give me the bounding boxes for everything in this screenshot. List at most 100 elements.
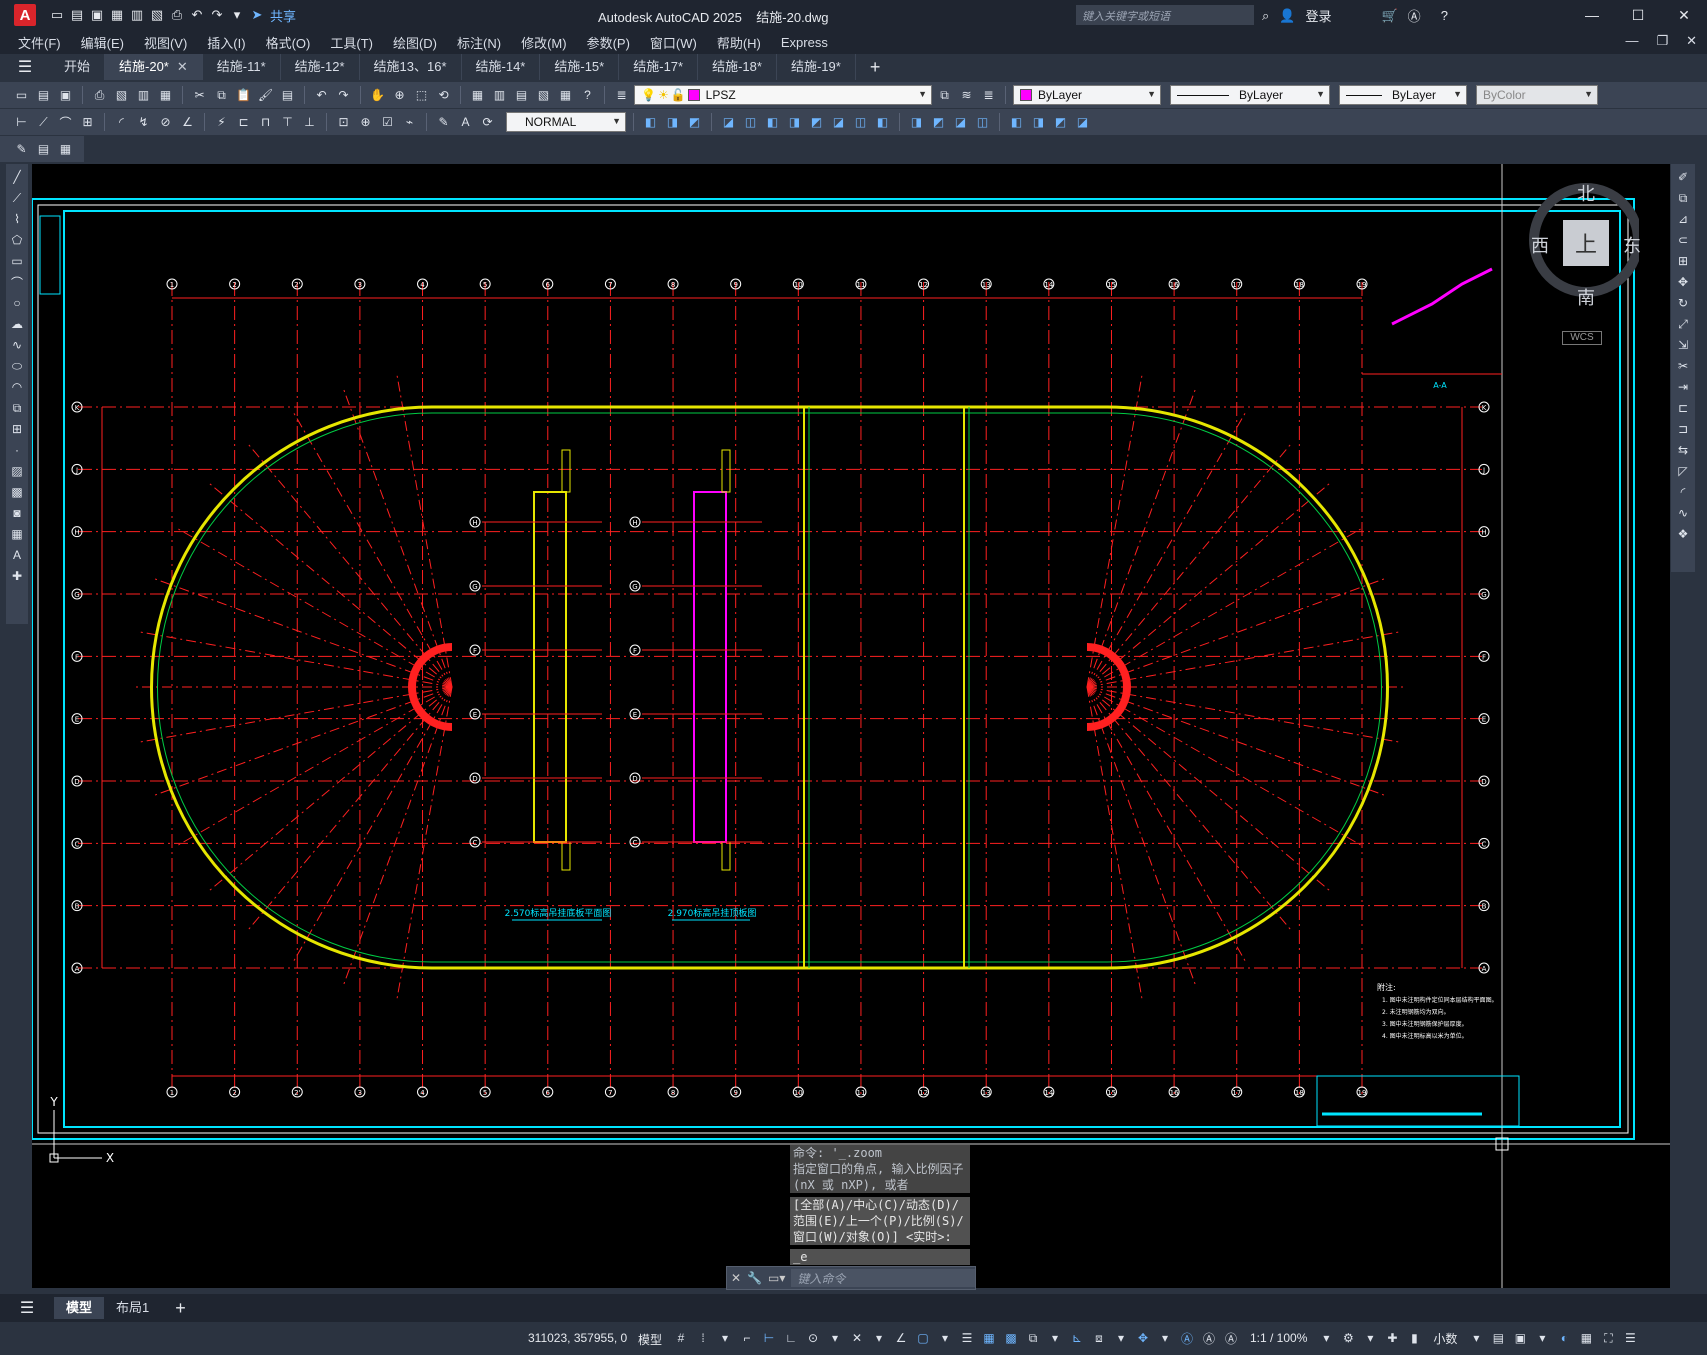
tab-structure-15[interactable]: 结施-15* xyxy=(540,54,620,80)
viewcube-east[interactable]: 东 xyxy=(1623,232,1641,258)
undo-icon[interactable]: ↶ xyxy=(190,7,204,23)
command-recent-icon[interactable]: ▭▾ xyxy=(768,1271,785,1285)
dim-break-icon[interactable]: ⊥ xyxy=(300,113,319,132)
save-web-icon[interactable]: ▧ xyxy=(150,7,164,23)
color-dropdown[interactable]: ByLayer ▼ xyxy=(1013,85,1161,105)
chevron-down-icon[interactable]: ▾ xyxy=(1361,1329,1379,1347)
tab-structure-17[interactable]: 结施-17* xyxy=(619,54,699,80)
linear-dim-icon[interactable]: ⊢ xyxy=(12,113,31,132)
make-current-layer-icon[interactable]: ⧉ xyxy=(935,86,954,105)
calculator-icon[interactable]: ▦ xyxy=(556,86,575,105)
tab-structure-20[interactable]: 结施-20* ✕ xyxy=(105,54,203,80)
arc-length-icon[interactable]: ⌒ xyxy=(56,113,75,132)
menu-view[interactable]: 视图(V) xyxy=(144,33,187,52)
polygon-icon[interactable]: ⬠ xyxy=(8,231,26,249)
jogged-linear-icon[interactable]: ⌁ xyxy=(400,113,419,132)
loft-icon[interactable]: ◨ xyxy=(785,113,804,132)
edit-block-icon[interactable]: ✎ xyxy=(12,140,31,159)
gradient-icon[interactable]: ▩ xyxy=(8,483,26,501)
break-icon[interactable]: ⊐ xyxy=(1674,420,1692,438)
inspect-icon[interactable]: ☑ xyxy=(378,113,397,132)
add-layout-icon[interactable]: + xyxy=(161,1298,200,1319)
text-style-dropdown[interactable]: NORMAL ▼ xyxy=(506,112,626,132)
customize-icon[interactable]: ☰ xyxy=(1621,1329,1639,1347)
open-file-icon[interactable]: ▤ xyxy=(70,7,84,23)
modeling-wedge-icon[interactable]: ◨ xyxy=(663,113,682,132)
shade-icon[interactable]: ◩ xyxy=(929,113,948,132)
command-input[interactable]: 键入命令 xyxy=(791,1269,975,1287)
chevron-down-icon[interactable]: ▾ xyxy=(936,1329,954,1347)
open-web-icon[interactable]: ▥ xyxy=(130,7,144,23)
polar-icon[interactable]: ⊙ xyxy=(804,1329,822,1347)
match-properties-icon[interactable]: 🖌 xyxy=(256,86,275,105)
save-icon[interactable]: ▣ xyxy=(90,7,104,23)
explode-icon[interactable]: ❖ xyxy=(1674,525,1692,543)
auto-scale-icon[interactable]: Ⓐ xyxy=(1200,1329,1218,1347)
cart-icon[interactable]: 🛒 xyxy=(1381,8,1397,24)
layer-properties-icon[interactable]: ≣ xyxy=(612,86,631,105)
rectangle-icon[interactable]: ▭ xyxy=(8,252,26,270)
tab-start[interactable]: 开始 xyxy=(50,54,106,80)
3d-osnap-icon[interactable]: ⧉ xyxy=(1024,1329,1042,1347)
construction-line-icon[interactable]: ⟋ xyxy=(8,189,26,207)
viewcube-top-face[interactable]: 上 xyxy=(1563,220,1609,266)
annotation-scale-icon[interactable]: Ⓐ xyxy=(1222,1329,1240,1347)
tool-palettes-icon[interactable]: ▤ xyxy=(512,86,531,105)
chevron-down-icon[interactable]: ▾ xyxy=(1533,1329,1551,1347)
viewcube-south[interactable]: 南 xyxy=(1577,284,1595,310)
menu-format[interactable]: 格式(O) xyxy=(266,33,311,52)
command-options[interactable]: [全部(A)/中心(C)/动态(D)/范围(E)/上一个(P)/比例(S)/窗口… xyxy=(790,1197,970,1245)
stretch-icon[interactable]: ⇲ xyxy=(1674,336,1692,354)
chevron-down-icon[interactable]: ▾ xyxy=(716,1329,734,1347)
workspace-gear-icon[interactable]: ⚙ xyxy=(1339,1329,1357,1347)
design-center-icon[interactable]: ▥ xyxy=(490,86,509,105)
tab-structure-19[interactable]: 结施-19* xyxy=(777,54,856,80)
tab-close-icon[interactable]: ✕ xyxy=(177,59,188,74)
customize-qa-icon[interactable]: ▾ xyxy=(230,7,244,23)
autodesk-app-icon[interactable]: Ⓐ xyxy=(1408,6,1421,25)
block-editor-icon[interactable]: ▤ xyxy=(278,86,297,105)
table-icon[interactable]: ▦ xyxy=(56,140,75,159)
help-icon[interactable]: ? xyxy=(1441,8,1448,23)
layer-dropdown[interactable]: 💡 ☀ 🔓 LPSZ ▼ xyxy=(634,85,932,105)
union-icon[interactable]: ◩ xyxy=(807,113,826,132)
chevron-down-icon[interactable]: ▾ xyxy=(1156,1329,1174,1347)
doc-restore-icon[interactable]: ❐ xyxy=(1656,33,1668,49)
signin-button[interactable]: 登录 xyxy=(1305,6,1331,25)
intersect-icon[interactable]: ◫ xyxy=(851,113,870,132)
break-point-icon[interactable]: ⊏ xyxy=(1674,399,1692,417)
chevron-down-icon[interactable]: ▾ xyxy=(1046,1329,1064,1347)
layout-menu-icon[interactable]: ☰ xyxy=(0,1298,54,1318)
subtract-icon[interactable]: ◪ xyxy=(829,113,848,132)
radius-dim-icon[interactable]: ◜ xyxy=(112,113,131,132)
view-orbit-icon[interactable]: ◪ xyxy=(1073,113,1092,132)
pan-icon[interactable]: ✋ xyxy=(368,86,387,105)
selection-cycling-icon[interactable]: ▩ xyxy=(1002,1329,1020,1347)
menu-file[interactable]: 文件(F) xyxy=(18,33,61,52)
menu-dimension[interactable]: 标注(N) xyxy=(457,33,501,52)
isolate-objects-icon[interactable]: ◐ xyxy=(1555,1329,1573,1347)
circle-icon[interactable]: ○ xyxy=(8,294,26,312)
arc-icon[interactable]: ⌒ xyxy=(8,273,26,291)
viewcube[interactable]: 北 南 东 西 上 WCS xyxy=(1489,180,1641,345)
viewcube-west[interactable]: 西 xyxy=(1531,232,1549,258)
lineweight-icon[interactable]: ☰ xyxy=(958,1329,976,1347)
menu-draw[interactable]: 绘图(D) xyxy=(393,33,437,52)
ellipse-arc-icon[interactable]: ◠ xyxy=(8,378,26,396)
menu-parametric[interactable]: 参数(P) xyxy=(587,33,630,52)
units-icon[interactable]: ▮ xyxy=(1405,1329,1423,1347)
help-search-input[interactable]: 键入关键字或短语 xyxy=(1076,5,1254,25)
copy-icon[interactable]: ⧉ xyxy=(212,86,231,105)
insert-block-icon[interactable]: ⧉ xyxy=(8,399,26,417)
make-block-icon[interactable]: ⊞ xyxy=(8,420,26,438)
extrude-icon[interactable]: ◪ xyxy=(719,113,738,132)
material-icon[interactable]: ◫ xyxy=(973,113,992,132)
revcloud-icon[interactable]: ☁ xyxy=(8,315,26,333)
mirror-icon[interactable]: ⊿ xyxy=(1674,210,1692,228)
transparency-icon[interactable]: ▦ xyxy=(980,1329,998,1347)
quick-properties-icon[interactable]: ▤ xyxy=(1489,1329,1507,1347)
plot-icon[interactable]: ⎙ xyxy=(90,86,109,105)
chevron-down-icon[interactable]: ▾ xyxy=(1467,1329,1485,1347)
selection-filter-icon[interactable]: ⧈ xyxy=(1090,1329,1108,1347)
help-icon[interactable]: ? xyxy=(578,86,597,105)
